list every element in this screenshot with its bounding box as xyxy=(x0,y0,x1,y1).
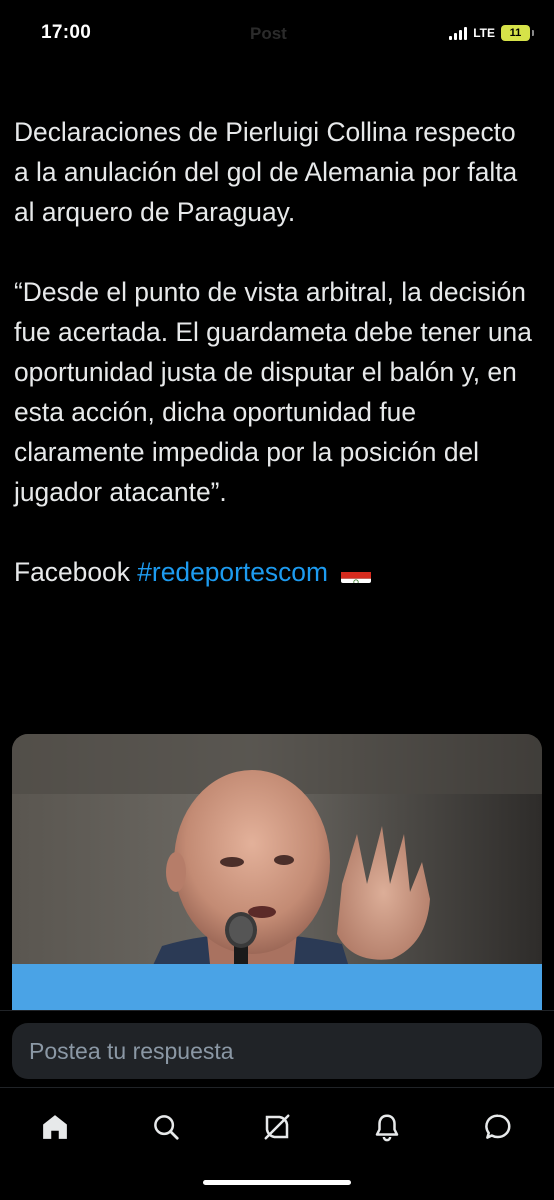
reply-input[interactable]: Postea tu respuesta xyxy=(12,1023,542,1079)
hashtag-link[interactable]: #redeportescom xyxy=(137,557,328,587)
network-label: LTE xyxy=(473,26,495,40)
nav-grok[interactable] xyxy=(251,1109,303,1145)
nav-messages[interactable] xyxy=(472,1109,524,1145)
notifications-icon xyxy=(375,1114,399,1142)
home-icon xyxy=(43,1115,67,1139)
post-image[interactable] xyxy=(12,734,542,1010)
nav-home[interactable] xyxy=(29,1109,81,1145)
header-title-faded: Post xyxy=(250,24,287,43)
post-detail-screen: 17:00 Post LTE 11 Declaraciones de Pierl… xyxy=(0,0,554,1200)
status-indicators: LTE 11 xyxy=(449,22,534,44)
battery-level: 11 xyxy=(509,27,522,39)
status-time: 17:00 xyxy=(41,22,92,43)
referee-photo-image xyxy=(12,734,542,1010)
reply-bar: Postea tu respuesta xyxy=(0,1010,554,1086)
post-source-line: Facebook #redeportescom xyxy=(14,552,534,592)
post-paragraph-2: “Desde el punto de vista arbitral, la de… xyxy=(14,277,532,507)
post-paragraph-1: Declaraciones de Pierluigi Collina respe… xyxy=(14,117,518,227)
status-bar: 17:00 Post LTE 11 xyxy=(0,0,554,66)
grok-icon xyxy=(264,1114,290,1140)
messages-icon xyxy=(485,1114,511,1139)
search-icon xyxy=(154,1115,179,1140)
post-text: Declaraciones de Pierluigi Collina respe… xyxy=(14,112,534,592)
nav-search[interactable] xyxy=(140,1109,192,1145)
paraguay-flag-icon xyxy=(341,563,372,583)
signal-icon xyxy=(449,26,468,40)
source-label: Facebook xyxy=(14,557,130,587)
battery-icon: 11 xyxy=(501,25,534,41)
home-indicator[interactable] xyxy=(203,1180,351,1185)
nav-notifications[interactable] xyxy=(361,1109,413,1145)
